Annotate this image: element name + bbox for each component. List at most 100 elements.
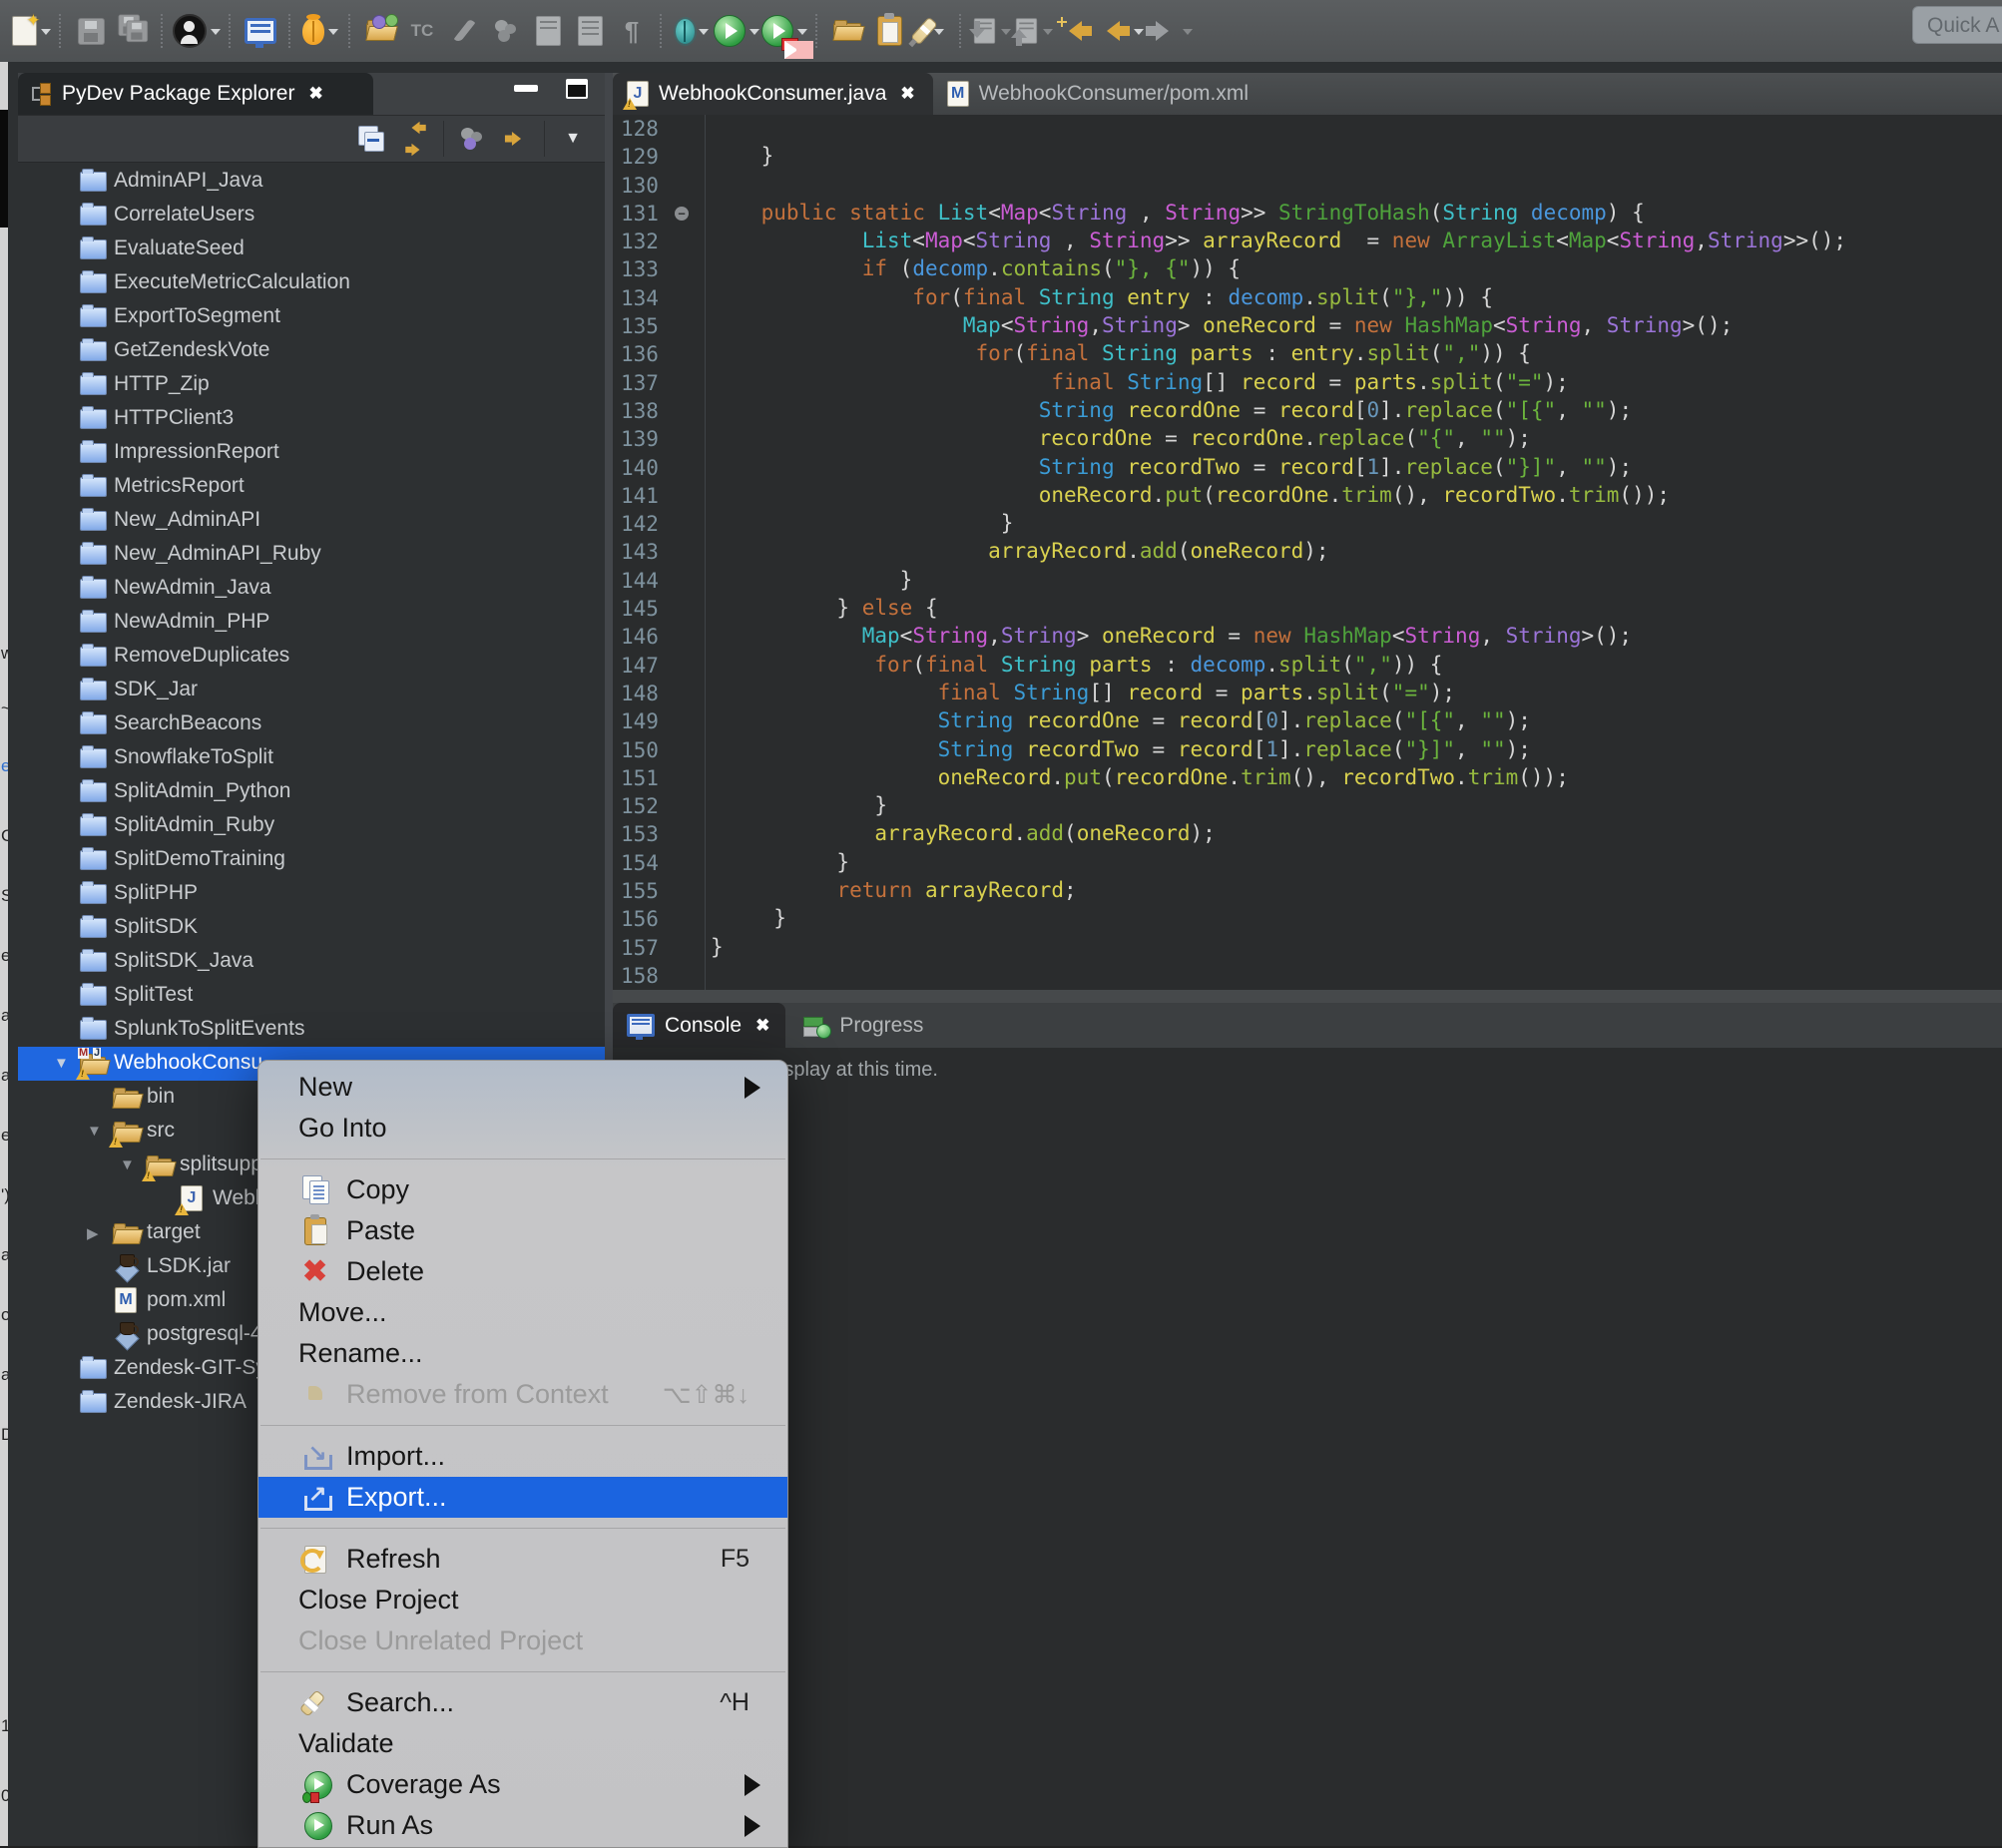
background-text-fragment: el [1,946,8,966]
tree-item-searchbeacons[interactable]: SearchBeacons [18,707,605,741]
dropdown-arrow-icon[interactable] [211,29,221,40]
menu-item-label: Close Project [298,1585,459,1616]
menu-item-validate[interactable]: Validate [258,1723,787,1764]
highlighter-button[interactable] [911,9,951,53]
menu-item-delete[interactable]: ✖Delete [258,1251,787,1292]
menu-item-new[interactable]: New [258,1067,787,1108]
dropdown-arrow-icon[interactable] [1001,29,1011,40]
run-button[interactable] [714,9,759,53]
tree-item-newadmin-java[interactable]: NewAdmin_Java [18,572,605,606]
menu-item-paste[interactable]: Paste [258,1210,787,1251]
tree-item-splittest[interactable]: SplitTest [18,979,605,1013]
fold-marker-icon[interactable]: − [675,207,689,221]
tree-item-executemetriccalculation[interactable]: ExecuteMetricCalculation [18,266,605,300]
tab-console[interactable]: Console✖ [613,1003,785,1048]
chevron-right-icon[interactable]: ▶ [87,1224,99,1242]
tree-item-getzendeskvote[interactable]: GetZendeskVote [18,334,605,368]
line-number: 148 [613,680,705,707]
back-snap-button[interactable] [1055,9,1095,53]
account-button[interactable] [173,9,221,53]
close-icon[interactable]: ✖ [308,84,322,104]
dropdown-arrow-icon[interactable] [1134,29,1144,40]
menu-item-run-as[interactable]: Run As [258,1805,787,1846]
tree-item-exporttosegment[interactable]: ExportToSegment [18,300,605,334]
run-config-folder-button[interactable] [360,9,400,53]
tab-webhookconsumer-java[interactable]: JWebhookConsumer.java✖ [613,73,933,115]
tree-item-adminapi-java[interactable]: AdminAPI_Java [18,165,605,199]
view-menu-button[interactable]: ▼ [551,119,595,159]
menu-item-export[interactable]: ↗Export... [258,1477,787,1518]
link-with-editor-button[interactable] [393,119,437,159]
maximize-button[interactable] [566,79,588,99]
code-line: arrayRecord.add(oneRecord); [711,819,1998,847]
menu-item-copy[interactable]: Copy [258,1169,787,1210]
chevron-down-icon[interactable]: ▼ [54,1055,69,1072]
tree-item-correlateusers[interactable]: CorrelateUsers [18,199,605,232]
menu-item-go-into[interactable]: Go Into [258,1108,787,1149]
tree-item-splitadmin-python[interactable]: SplitAdmin_Python [18,775,605,809]
tab-progress[interactable]: Progress [785,1003,939,1048]
focus-on-task-button[interactable] [450,119,494,159]
menu-item-coverage-as[interactable]: Coverage As [258,1764,787,1805]
tree-item-newadmin-php[interactable]: NewAdmin_PHP [18,606,605,640]
background-text-fragment: C [1,826,8,846]
submenu-arrow-icon [745,1774,771,1796]
tab-pydev-package-explorer[interactable]: PyDev Package Explorer ✖ [18,73,373,115]
new-wizard-button[interactable]: ✦ [11,9,51,53]
tree-item-splitadmin-ruby[interactable]: SplitAdmin_Ruby [18,809,605,843]
open-folder-button[interactable] [827,9,867,53]
chevron-down-icon[interactable]: ▼ [87,1123,102,1140]
dropdown-arrow-icon[interactable] [750,29,759,40]
tree-item-new-adminapi-ruby[interactable]: New_AdminAPI_Ruby [18,538,605,572]
project-icon [80,678,108,703]
dropdown-arrow-icon[interactable] [1183,29,1193,40]
tree-item-removeduplicates[interactable]: RemoveDuplicates [18,640,605,674]
tree-item-sdk-jar[interactable]: SDK_Jar [18,674,605,707]
tree-item-metricsreport[interactable]: MetricsReport [18,470,605,504]
menu-item-close-project[interactable]: Close Project [258,1580,787,1620]
tree-item-splitdemotraining[interactable]: SplitDemoTraining [18,843,605,877]
console-view-button[interactable] [241,9,280,53]
tree-item-label: NewAdmin_Java [114,576,271,600]
menu-item-refresh[interactable]: RefreshF5 [258,1539,787,1580]
dropdown-arrow-icon[interactable] [328,29,338,40]
dropdown-arrow-icon[interactable] [934,29,944,40]
tree-item-new-adminapi[interactable]: New_AdminAPI [18,504,605,538]
dropdown-arrow-icon[interactable] [797,29,807,40]
quick-access-box[interactable]: Quick A [1912,6,2002,44]
coverage-button[interactable] [761,9,807,53]
debug-beetle-button[interactable] [672,9,712,53]
dropdown-arrow-icon[interactable] [1043,29,1053,40]
link-resource-button[interactable] [494,119,538,159]
menu-item-import[interactable]: ↘Import... [258,1436,787,1477]
editor-console-divider[interactable] [613,990,2002,1003]
tab-webhookconsumer-pom-xml[interactable]: MWebhookConsumer/pom.xml [933,73,1266,115]
back-button[interactable] [1097,9,1144,53]
tree-item-httpclient3[interactable]: HTTPClient3 [18,402,605,436]
tree-item-splitsdk[interactable]: SplitSDK [18,911,605,945]
tree-item-splitphp[interactable]: SplitPHP [18,877,605,911]
dropdown-arrow-icon[interactable] [41,29,51,40]
tree-item-http-zip[interactable]: HTTP_Zip [18,368,605,402]
code-area[interactable]: } public static List<Map<String , String… [711,114,1998,1003]
menu-item-move[interactable]: Move... [258,1292,787,1333]
tree-item-splunktosplitevents[interactable]: SplunkToSplitEvents [18,1013,605,1047]
tree-item-impressionreport[interactable]: ImpressionReport [18,436,605,470]
minimize-button[interactable] [514,85,538,92]
dropdown-arrow-icon[interactable] [699,29,709,40]
menu-item-rename[interactable]: Rename... [258,1333,787,1374]
chevron-down-icon[interactable]: ▼ [120,1156,135,1173]
tree-item-splitsdk-java[interactable]: SplitSDK_Java [18,945,605,979]
collapse-all-button[interactable] [349,119,393,159]
line-number: 146 [613,623,705,651]
project-icon [80,203,108,229]
close-icon[interactable]: ✖ [900,84,914,104]
tree-item-snowflaketosplit[interactable]: SnowflakeToSplit [18,741,605,775]
tree-item-label: ExecuteMetricCalculation [114,270,350,294]
menu-item-search[interactable]: Search...^H [258,1682,787,1723]
tree-item-label: SplitTest [114,983,193,1007]
tree-item-evaluateseed[interactable]: EvaluateSeed [18,232,605,266]
paste-clipboard-button[interactable] [869,9,909,53]
close-icon[interactable]: ✖ [755,1016,769,1036]
bug-tool-button[interactable] [300,9,340,53]
